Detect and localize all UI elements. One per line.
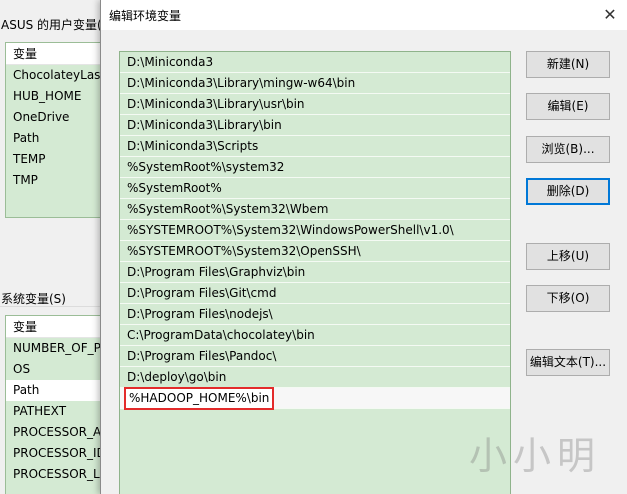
list-item[interactable]: TMP (6, 170, 114, 191)
path-edit-input[interactable]: %HADOOP_HOME%\bin (124, 387, 275, 410)
list-item[interactable]: HUB_HOME (6, 86, 114, 107)
move-up-button[interactable]: 上移(U) (526, 243, 610, 270)
path-item[interactable]: D:\Miniconda3\Library\bin (120, 115, 510, 136)
path-item[interactable]: %SystemRoot%\System32\Wbem (120, 199, 510, 220)
path-item[interactable]: C:\ProgramData\chocolatey\bin (120, 325, 510, 346)
path-item[interactable]: %SYSTEMROOT%\System32\OpenSSH\ (120, 241, 510, 262)
list-item[interactable]: TEMP (6, 149, 114, 170)
edit-button[interactable]: 编辑(E) (526, 93, 610, 120)
path-item[interactable]: D:\Miniconda3\Scripts (120, 136, 510, 157)
new-button[interactable]: 新建(N) (526, 51, 610, 78)
path-list[interactable]: D:\Miniconda3 D:\Miniconda3\Library\ming… (119, 51, 511, 494)
watermark: 小小明 (469, 434, 602, 478)
path-item[interactable]: %SystemRoot% (120, 178, 510, 199)
delete-button[interactable]: 删除(D) (526, 178, 610, 205)
path-item[interactable]: %SYSTEMROOT%\System32\WindowsPowerShell\… (120, 220, 510, 241)
list-item[interactable]: NUMBER_OF_P (6, 338, 114, 359)
path-item[interactable]: D:\Miniconda3 (120, 52, 510, 73)
divider (0, 306, 100, 307)
list-item[interactable]: PROCESSOR_AI (6, 422, 114, 443)
path-item[interactable]: D:\Program Files\nodejs\ (120, 304, 510, 325)
list-item[interactable]: OS (6, 359, 114, 380)
list-item[interactable]: PROCESSOR_LE (6, 464, 114, 485)
browse-button[interactable]: 浏览(B)... (526, 136, 610, 163)
system-vars-label: 系统变量(S) (1, 292, 66, 306)
edit-text-button[interactable]: 编辑文本(T)... (526, 349, 610, 376)
title-bar[interactable]: 编辑环境变量 ✕ (101, 0, 627, 30)
user-vars-label: ASUS 的用户变量( (1, 18, 102, 32)
list-item[interactable]: ChocolateyLast (6, 65, 114, 86)
list-item[interactable]: Path (6, 128, 114, 149)
path-item-editing[interactable]: %HADOOP_HOME%\bin (120, 387, 510, 410)
path-item[interactable]: D:\Program Files\Pandoc\ (120, 346, 510, 367)
path-item[interactable]: D:\Miniconda3\Library\usr\bin (120, 94, 510, 115)
path-item[interactable]: D:\Miniconda3\Library\mingw-w64\bin (120, 73, 510, 94)
environment-variables-window: ASUS 的用户变量( 变量 ChocolateyLast HUB_HOME O… (0, 0, 115, 494)
path-item[interactable]: D:\deploy\go\bin (120, 367, 510, 388)
path-item[interactable]: D:\Program Files\Git\cmd (120, 283, 510, 304)
edit-environment-variable-dialog: 编辑环境变量 ✕ D:\Miniconda3 D:\Miniconda3\Lib… (100, 0, 627, 494)
path-item[interactable]: D:\Program Files\Graphviz\bin (120, 262, 510, 283)
close-icon[interactable]: ✕ (597, 2, 623, 28)
move-down-button[interactable]: 下移(O) (526, 285, 610, 312)
list-item[interactable]: PROCESSOR_ID (6, 443, 114, 464)
list-item[interactable]: PATHEXT (6, 401, 114, 422)
dialog-title: 编辑环境变量 (109, 9, 182, 23)
list-item[interactable]: OneDrive (6, 107, 114, 128)
system-vars-column-header[interactable]: 变量 (6, 316, 114, 338)
path-item[interactable]: %SystemRoot%\system32 (120, 157, 510, 178)
list-item-selected[interactable]: Path (6, 380, 114, 401)
user-vars-list[interactable]: 变量 ChocolateyLast HUB_HOME OneDrive Path… (5, 42, 115, 218)
user-vars-column-header[interactable]: 变量 (6, 43, 114, 65)
system-vars-list[interactable]: 变量 NUMBER_OF_P OS Path PATHEXT PROCESSOR… (5, 315, 115, 494)
